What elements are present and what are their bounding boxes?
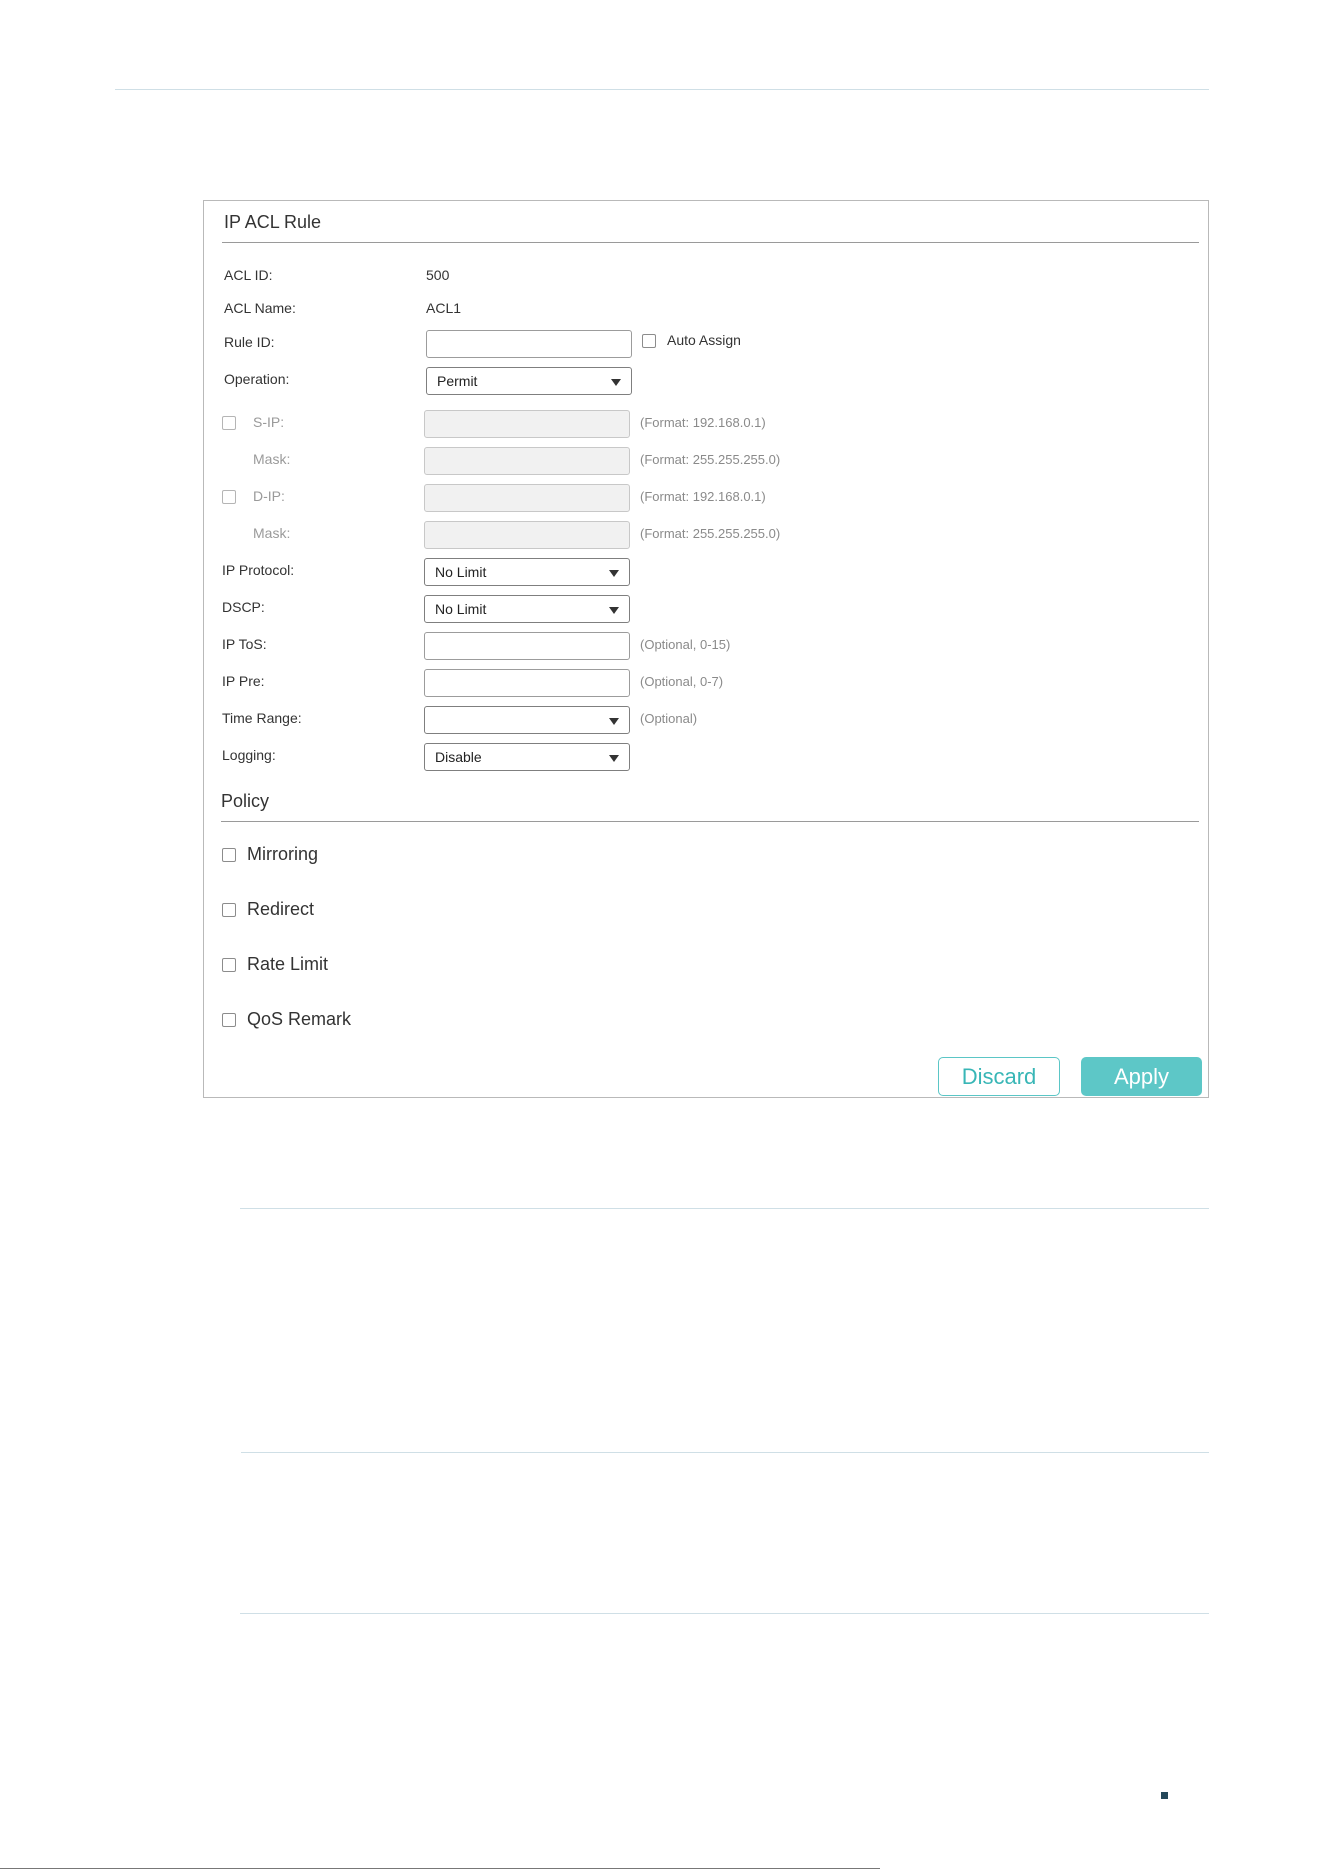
redirect-label: Redirect xyxy=(247,899,315,919)
mirroring-label: Mirroring xyxy=(247,844,319,864)
chevron-down-icon xyxy=(611,379,621,386)
acl-id-label: ACL ID: xyxy=(224,267,273,283)
auto-assign-label: Auto Assign xyxy=(667,332,741,348)
d-ip-mask-label: Mask: xyxy=(253,525,291,541)
d-ip-mask-hint: (Format: 255.255.255.0) xyxy=(640,526,781,541)
s-ip-hint: (Format: 192.168.0.1) xyxy=(640,415,766,430)
dscp-selected: No Limit xyxy=(435,601,487,617)
divider xyxy=(240,1613,1209,1614)
time-range-hint: (Optional) xyxy=(640,711,698,726)
operation-label: Operation: xyxy=(224,371,290,387)
rule-id-label: Rule ID: xyxy=(224,334,275,350)
policy-divider xyxy=(221,821,1199,822)
chevron-down-icon xyxy=(609,607,619,614)
logging-label: Logging: xyxy=(222,747,276,763)
header-divider xyxy=(115,89,1209,90)
s-ip-checkbox[interactable] xyxy=(222,416,236,430)
redirect-checkbox[interactable] xyxy=(222,903,236,917)
logging-selected: Disable xyxy=(435,749,482,765)
s-ip-label: S-IP: xyxy=(253,414,285,430)
mirroring-checkbox[interactable] xyxy=(222,848,236,862)
divider xyxy=(240,1208,1209,1209)
d-ip-hint: (Format: 192.168.0.1) xyxy=(640,489,766,504)
divider xyxy=(241,1452,1209,1453)
dscp-label: DSCP: xyxy=(222,599,265,615)
ip-pre-input[interactable] xyxy=(424,669,630,697)
d-ip-input[interactable] xyxy=(424,484,630,512)
rate-limit-label: Rate Limit xyxy=(247,954,329,974)
operation-selected: Permit xyxy=(437,373,478,389)
operation-select[interactable]: Permit xyxy=(426,367,632,395)
rate-limit-checkbox[interactable] xyxy=(222,958,236,972)
acl-id-value: 500 xyxy=(426,267,450,283)
auto-assign-checkbox[interactable] xyxy=(642,334,656,348)
ip-protocol-selected: No Limit xyxy=(435,564,487,580)
s-ip-mask-hint: (Format: 255.255.255.0) xyxy=(640,452,781,467)
s-ip-mask-label: Mask: xyxy=(253,451,291,467)
qos-remark-label: QoS Remark xyxy=(247,1009,352,1029)
page-marker xyxy=(1161,1792,1168,1799)
section-title-ip-acl-rule: IP ACL Rule xyxy=(224,212,322,232)
section-title-policy: Policy xyxy=(221,791,270,811)
ip-tos-label: IP ToS: xyxy=(222,636,267,652)
ip-acl-rule-panel: IP ACL Rule ACL ID: 500 ACL Name: ACL1 R… xyxy=(203,200,1209,1098)
footer-line xyxy=(0,1868,880,1869)
time-range-select[interactable] xyxy=(424,706,630,734)
ip-tos-input[interactable] xyxy=(424,632,630,660)
apply-button[interactable]: Apply xyxy=(1081,1057,1202,1096)
ip-protocol-select[interactable]: No Limit xyxy=(424,558,630,586)
d-ip-mask-input[interactable] xyxy=(424,521,630,549)
d-ip-label: D-IP: xyxy=(253,488,285,504)
d-ip-checkbox[interactable] xyxy=(222,490,236,504)
time-range-label: Time Range: xyxy=(222,710,302,726)
ip-protocol-label: IP Protocol: xyxy=(222,562,295,578)
dscp-select[interactable]: No Limit xyxy=(424,595,630,623)
section-divider xyxy=(222,242,1199,243)
rule-id-input[interactable] xyxy=(426,330,632,358)
s-ip-mask-input[interactable] xyxy=(424,447,630,475)
acl-name-label: ACL Name: xyxy=(224,300,296,316)
discard-button[interactable]: Discard xyxy=(938,1057,1060,1096)
qos-remark-checkbox[interactable] xyxy=(222,1013,236,1027)
ip-tos-hint: (Optional, 0-15) xyxy=(640,637,731,652)
ip-pre-label: IP Pre: xyxy=(222,673,265,689)
chevron-down-icon xyxy=(609,755,619,762)
logging-select[interactable]: Disable xyxy=(424,743,630,771)
chevron-down-icon xyxy=(609,570,619,577)
chevron-down-icon xyxy=(609,718,619,725)
s-ip-input[interactable] xyxy=(424,410,630,438)
acl-name-value: ACL1 xyxy=(426,300,462,316)
ip-pre-hint: (Optional, 0-7) xyxy=(640,674,724,689)
